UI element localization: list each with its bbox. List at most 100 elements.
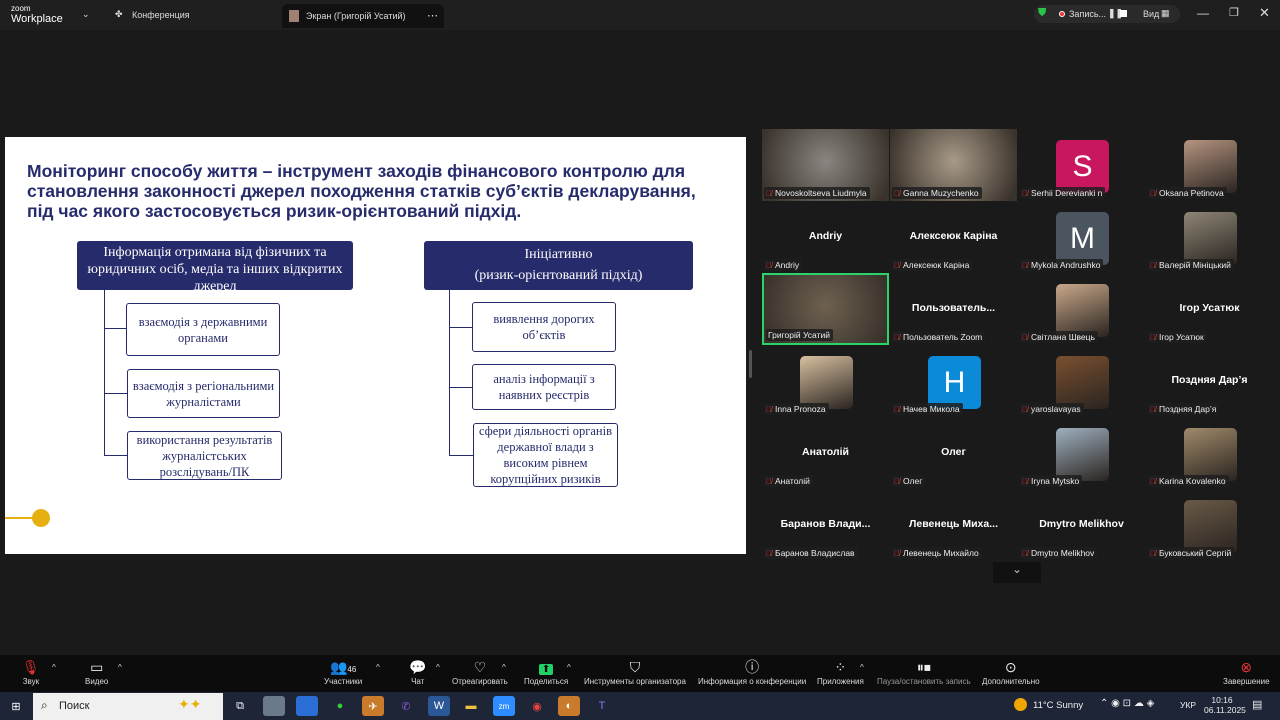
participant-tile[interactable]: S 🎙̸ Serhii Derevianki n (1018, 129, 1145, 201)
participants-chevron[interactable]: ^ (376, 663, 380, 672)
restore-button[interactable]: ❐ (1229, 6, 1239, 19)
slide-title: Моніторинг способу життя – інструмент за… (27, 161, 696, 221)
chrome-icon[interactable]: ◉ (526, 696, 548, 716)
participant-tile[interactable]: 🎙̸ yaroslavayas (1018, 345, 1145, 417)
participants-button[interactable]: 👥46 Участники (324, 657, 362, 686)
app-icon[interactable] (263, 696, 285, 716)
participant-tile[interactable]: 🎙̸ Inna Pronoza (762, 345, 889, 417)
participant-name-label: 🎙̸ Serhii Derevianki n (1020, 187, 1106, 199)
participant-tile[interactable]: Andriy 🎙̸ Andriy (762, 201, 889, 273)
audio-button[interactable]: 🎙 Звук (22, 657, 40, 686)
end-button[interactable]: ⊗ Завершение (1223, 657, 1270, 686)
participant-tile[interactable]: Пользователь... 🎙̸ Пользователь Zoom (890, 273, 1017, 345)
mic-muted-icon: 🎙̸ (1022, 261, 1028, 270)
participant-name: Олег (903, 476, 923, 486)
meeting-info-button[interactable]: ⓘ Информация о конференции (698, 657, 806, 686)
participant-tile[interactable]: 🎙̸ Iryna Mytsko (1018, 417, 1145, 489)
participant-name-label: 🎙̸ yaroslavayas (1020, 403, 1084, 415)
participant-tile[interactable]: Алексеюк Каріна 🎙̸ Алексеюк Каріна (890, 201, 1017, 273)
participant-tile[interactable]: M 🎙̸ Mykola Andrushko (1018, 201, 1145, 273)
mic-muted-icon: 🎙̸ (1022, 333, 1028, 342)
share-button[interactable]: ⬆ Поделиться (524, 657, 568, 686)
participant-tile[interactable]: Dmytro Melikhov 🎙̸ Dmytro Melikhov (1018, 489, 1145, 561)
pause-recording-button[interactable]: ⏸⏹ Пауза/остановить запись (877, 657, 971, 686)
share-chevron[interactable]: ^ (567, 663, 571, 672)
react-chevron[interactable]: ^ (502, 663, 506, 672)
task-view-icon[interactable]: ⧉ (229, 696, 251, 716)
notifications-icon[interactable]: ▤ (1252, 698, 1262, 711)
participant-tile[interactable]: Баранов Влади... 🎙̸ Баранов Владислав (762, 489, 889, 561)
teams-icon[interactable]: T (591, 696, 613, 716)
participants-icon: 👥46 (329, 659, 357, 675)
mic-muted-icon: 🎙̸ (1022, 405, 1028, 414)
participant-tile[interactable]: 🎙̸ Ganna Muzychenko (890, 129, 1017, 201)
clock[interactable]: 10:16 06.11.2025 (1204, 695, 1246, 715)
apps-icon: ⁘ (834, 659, 847, 675)
apps-chevron[interactable]: ^ (860, 663, 864, 672)
gallery-scroll-down-button[interactable]: ⌄ (993, 562, 1041, 583)
participant-tile[interactable]: Ігор Усатюк 🎙̸ Ігор Усатюк (1146, 273, 1273, 345)
viber-icon[interactable]: ✆ (395, 696, 417, 716)
participant-name-label: 🎙̸ Пользователь Zoom (892, 331, 986, 343)
participant-tile[interactable]: 🎙̸ Світлана Швець (1018, 273, 1145, 345)
participant-tile[interactable]: Григорій Усатий (762, 273, 889, 345)
participant-name: Левенець Михайло (903, 548, 979, 558)
view-button[interactable]: Вид (1143, 9, 1159, 19)
participant-tile[interactable]: 🎙̸ Валерій Мініцький (1146, 201, 1273, 273)
participant-tile[interactable]: Левенець Миха... 🎙̸ Левенець Михайло (890, 489, 1017, 561)
screen-share-tab[interactable]: Экран (Григорій Усатий) ⋯ (282, 4, 444, 28)
app-icon[interactable] (296, 696, 318, 716)
participant-name-label: 🎙̸ Ganna Muzychenko (892, 187, 982, 199)
participant-tile[interactable]: 🎙̸ Oksana Petinova (1146, 129, 1273, 201)
participant-name: Анатолій (775, 476, 810, 486)
audio-options-chevron[interactable]: ^ (52, 663, 56, 672)
search-box[interactable]: ⌕ Поиск ✦✦ (33, 693, 223, 720)
mic-muted-icon: 🎙̸ (1022, 189, 1028, 198)
video-button[interactable]: ▭ Видео (85, 657, 108, 686)
participant-tile[interactable]: H 🎙̸ Начев Микола (890, 345, 1017, 417)
word-icon[interactable]: W (428, 696, 450, 716)
minimize-button[interactable]: — (1197, 6, 1209, 20)
connector (104, 328, 126, 329)
host-tools-button[interactable]: ⛉ Инструменты организатора (584, 657, 686, 686)
chat-label: Чат (411, 677, 425, 686)
participant-tile[interactable]: Поздняя Дар’я 🎙̸ Поздняя Дар’я (1146, 345, 1273, 417)
mic-muted-icon: 🎙̸ (894, 189, 900, 198)
chat-chevron[interactable]: ^ (436, 663, 440, 672)
chat-button[interactable]: 💬 Чат (409, 657, 426, 686)
mic-muted-icon: 🎙̸ (766, 189, 772, 198)
participant-display-name: Пользователь... (911, 302, 996, 314)
language-indicator[interactable]: УКР (1180, 700, 1196, 710)
grid-view-icon[interactable]: ▦ (1161, 8, 1170, 19)
participant-tile[interactable]: Олег 🎙̸ Олег (890, 417, 1017, 489)
edge-icon[interactable]: ◐ (558, 696, 580, 716)
zoom-icon[interactable]: zm (493, 696, 515, 716)
more-options-icon[interactable]: ⋯ (427, 9, 438, 22)
participant-tile[interactable]: Анатолій 🎙̸ Анатолій (762, 417, 889, 489)
connector (449, 455, 473, 456)
stop-icon[interactable] (1120, 10, 1127, 17)
wechat-icon[interactable]: ● (329, 696, 351, 716)
meeting-tab[interactable]: Конференция (132, 10, 190, 20)
connector (104, 455, 127, 456)
participant-tile[interactable]: 🎙̸ Karina Kovalenko (1146, 417, 1273, 489)
mic-muted-icon: 🎙 (22, 659, 40, 675)
chevron-down-icon[interactable]: ⌄ (82, 9, 90, 20)
start-button[interactable]: ⊞ (5, 696, 27, 716)
mic-muted-icon: 🎙̸ (894, 549, 900, 558)
participant-tile[interactable]: 🎙̸ Буковський Сергій (1146, 489, 1273, 561)
participant-name-label: 🎙̸ Inna Pronoza (764, 403, 829, 415)
share-icon: ⬆ (524, 657, 568, 677)
more-button[interactable]: ⊙ Дополнительно (982, 657, 1040, 686)
react-button[interactable]: ♡ Отреагировать (452, 657, 508, 686)
participant-tile[interactable]: 🎙̸ Novoskoltseva Liudmyla (762, 129, 889, 201)
participant-avatar: H (928, 356, 981, 409)
apps-button[interactable]: ⁘ Приложения (817, 657, 864, 686)
close-button[interactable]: ✕ (1259, 5, 1270, 21)
split-resize-handle[interactable] (749, 350, 752, 378)
video-options-chevron[interactable]: ^ (118, 663, 122, 672)
tray-icons[interactable]: ⌃ ◉ ⊡ ☁ ◈ (1100, 698, 1154, 709)
mic-muted-icon: 🎙̸ (894, 405, 900, 414)
telegram-icon[interactable]: ✈ (362, 696, 384, 716)
file-explorer-icon[interactable]: ▬ (460, 696, 482, 716)
